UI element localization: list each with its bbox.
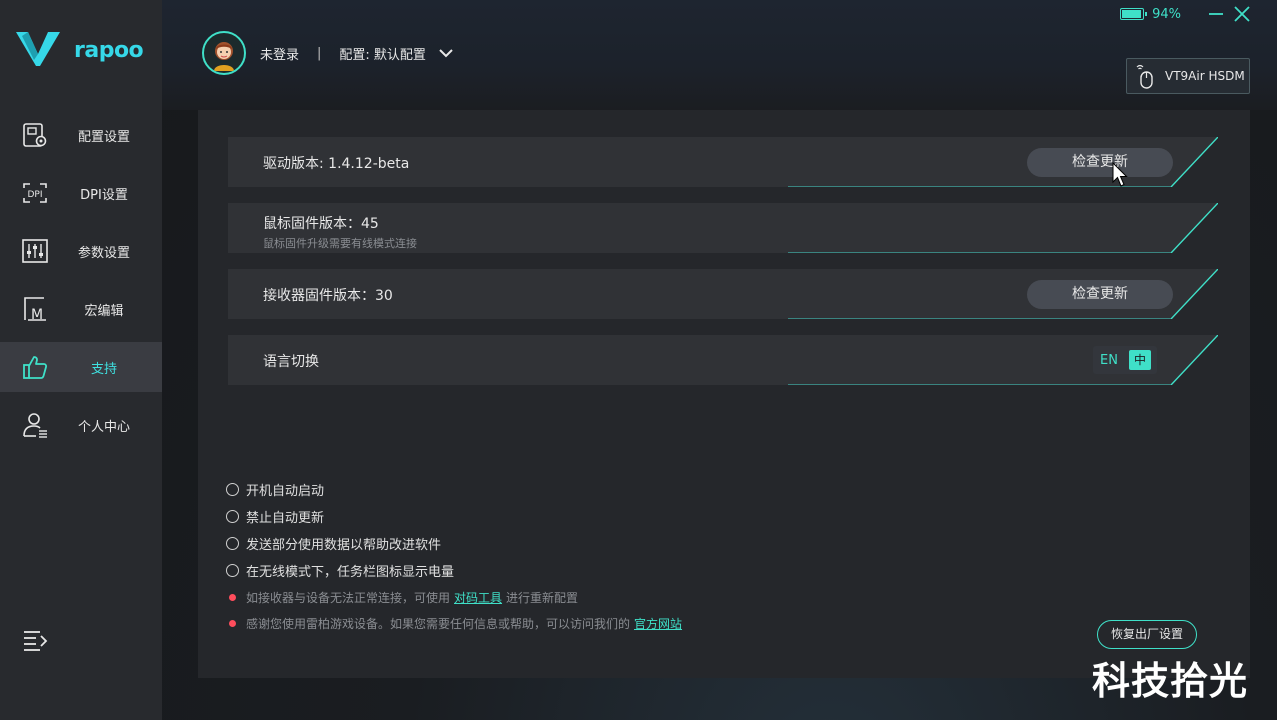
pairing-note: 如接收器与设备无法正常连接，可使用 对码工具 进行重新配置: [226, 584, 686, 610]
sidebar-item-params[interactable]: 参数设置: [0, 226, 162, 276]
official-site-link[interactable]: 官方网站: [634, 615, 682, 632]
user-icon: [23, 413, 47, 438]
minimize-button[interactable]: [1207, 5, 1225, 23]
chevron-down-icon[interactable]: [438, 45, 454, 61]
factory-reset-button[interactable]: 恢复出厂设置: [1097, 620, 1197, 649]
user-header: 未登录 | 配置: 默认配置: [202, 30, 454, 76]
radio-icon[interactable]: [226, 510, 239, 523]
option-taskbar-battery[interactable]: 在无线模式下，任务栏图标显示电量: [226, 557, 686, 584]
sidebar-item-label: 参数设置: [77, 245, 130, 261]
sidebar: rapoo 配置设置 DPI DPI设置 参数设置 M 宏编辑 支持 个人中心: [0, 0, 162, 720]
radio-icon[interactable]: [226, 537, 239, 550]
lang-zh-option[interactable]: 中: [1129, 350, 1151, 370]
sidebar-item-config[interactable]: 配置设置: [0, 110, 162, 160]
sidebar-item-profile[interactable]: 个人中心: [0, 400, 162, 450]
menu-collapse-icon[interactable]: [22, 628, 48, 652]
device-badge[interactable]: VT9Air HSDM: [1126, 58, 1250, 94]
close-icon: [1234, 6, 1250, 22]
option-send-usage-data[interactable]: 发送部分使用数据以帮助改进软件: [226, 530, 686, 557]
mouse-firmware-version: 鼠标固件版本：45: [263, 216, 379, 232]
profile-selector-label[interactable]: 配置: 默认配置: [339, 44, 426, 63]
avatar[interactable]: [202, 31, 246, 75]
minimize-icon: [1209, 13, 1223, 15]
option-label: 禁止自动更新: [246, 511, 325, 526]
check-receiver-update-button[interactable]: 检查更新: [1027, 280, 1173, 309]
option-label: 在无线模式下，任务栏图标显示电量: [246, 565, 455, 580]
receiver-firmware-version: 接收器固件版本：30: [263, 288, 393, 304]
radio-icon[interactable]: [226, 564, 239, 577]
avatar-icon: [214, 42, 234, 71]
sidebar-item-label: 支持: [90, 361, 117, 377]
sidebar-item-dpi[interactable]: DPI DPI设置: [0, 168, 162, 218]
driver-version: 驱动版本: 1.4.12-beta: [263, 156, 410, 172]
sliders-icon: [22, 239, 48, 263]
language-toggle[interactable]: EN 中: [1093, 346, 1157, 374]
mouse-firmware-note: 鼠标固件升级需要有线模式连接: [263, 237, 417, 250]
mouse-cursor-icon: [1112, 162, 1128, 187]
svg-text:DPI: DPI: [27, 190, 42, 200]
pairing-note-prefix: 如接收器与设备无法正常连接，可使用: [246, 590, 451, 605]
sidebar-item-label: 配置设置: [77, 129, 130, 145]
thumbs-up-icon: [23, 356, 48, 379]
option-label: 发送部分使用数据以帮助改进软件: [246, 538, 442, 553]
dpi-icon: DPI: [23, 183, 47, 203]
sidebar-item-label: DPI设置: [80, 187, 128, 203]
red-dot-icon: [229, 593, 236, 601]
check-driver-update-button[interactable]: 检查更新: [1027, 148, 1173, 177]
brand-text: rapoo: [74, 38, 144, 63]
option-disable-autoupdate[interactable]: 禁止自动更新: [226, 503, 686, 530]
macro-icon: M: [24, 297, 46, 322]
close-button[interactable]: [1233, 5, 1251, 23]
login-status[interactable]: 未登录: [260, 44, 299, 63]
header-separator: |: [317, 45, 322, 61]
watermark: 科技拾光: [1092, 659, 1249, 703]
options-list: 开机自动启动 禁止自动更新 发送部分使用数据以帮助改进软件 在无线模式下，任务栏…: [226, 476, 686, 636]
battery-percent: 94%: [1152, 6, 1181, 22]
option-label: 开机自动启动: [246, 484, 325, 499]
driver-version-row: 驱动版本: 1.4.12-beta 检查更新: [228, 137, 1218, 187]
option-autostart[interactable]: 开机自动启动: [226, 476, 686, 503]
receiver-firmware-row: 接收器固件版本：30 检查更新: [228, 269, 1218, 319]
sidebar-item-support[interactable]: 支持: [0, 342, 162, 392]
sidebar-item-macro[interactable]: M 宏编辑: [0, 284, 162, 334]
language-row: 语言切换 EN 中: [228, 335, 1218, 385]
thanks-note-text: 感谢您使用雷柏游戏设备。如果您需要任何信息或帮助，可以访问我们的: [246, 616, 631, 631]
device-name: VT9Air HSDM: [1165, 69, 1245, 83]
rapoo-logo: rapoo: [16, 28, 156, 72]
sidebar-nav: 配置设置 DPI DPI设置 参数设置 M 宏编辑 支持 个人中心: [0, 110, 162, 458]
titlebar: 94%: [1120, 4, 1251, 24]
config-icon: [23, 123, 47, 147]
pairing-note-suffix: 进行重新配置: [506, 590, 579, 605]
sidebar-item-label: 宏编辑: [84, 303, 124, 319]
lang-en-option[interactable]: EN: [1093, 353, 1125, 368]
red-dot-icon: [229, 619, 236, 627]
thanks-note: 感谢您使用雷柏游戏设备。如果您需要任何信息或帮助，可以访问我们的 官方网站: [226, 610, 686, 636]
language-label: 语言切换: [263, 354, 319, 370]
wireless-mouse-icon: [1136, 64, 1153, 89]
row-frame: [228, 335, 1218, 385]
battery-icon: [1120, 8, 1148, 20]
v-logo-icon: [16, 32, 60, 66]
sidebar-item-label: 个人中心: [77, 419, 130, 435]
radio-icon[interactable]: [226, 483, 239, 496]
pairing-tool-link[interactable]: 对码工具: [454, 589, 502, 606]
mouse-firmware-row: 鼠标固件版本：45 鼠标固件升级需要有线模式连接: [228, 203, 1218, 253]
